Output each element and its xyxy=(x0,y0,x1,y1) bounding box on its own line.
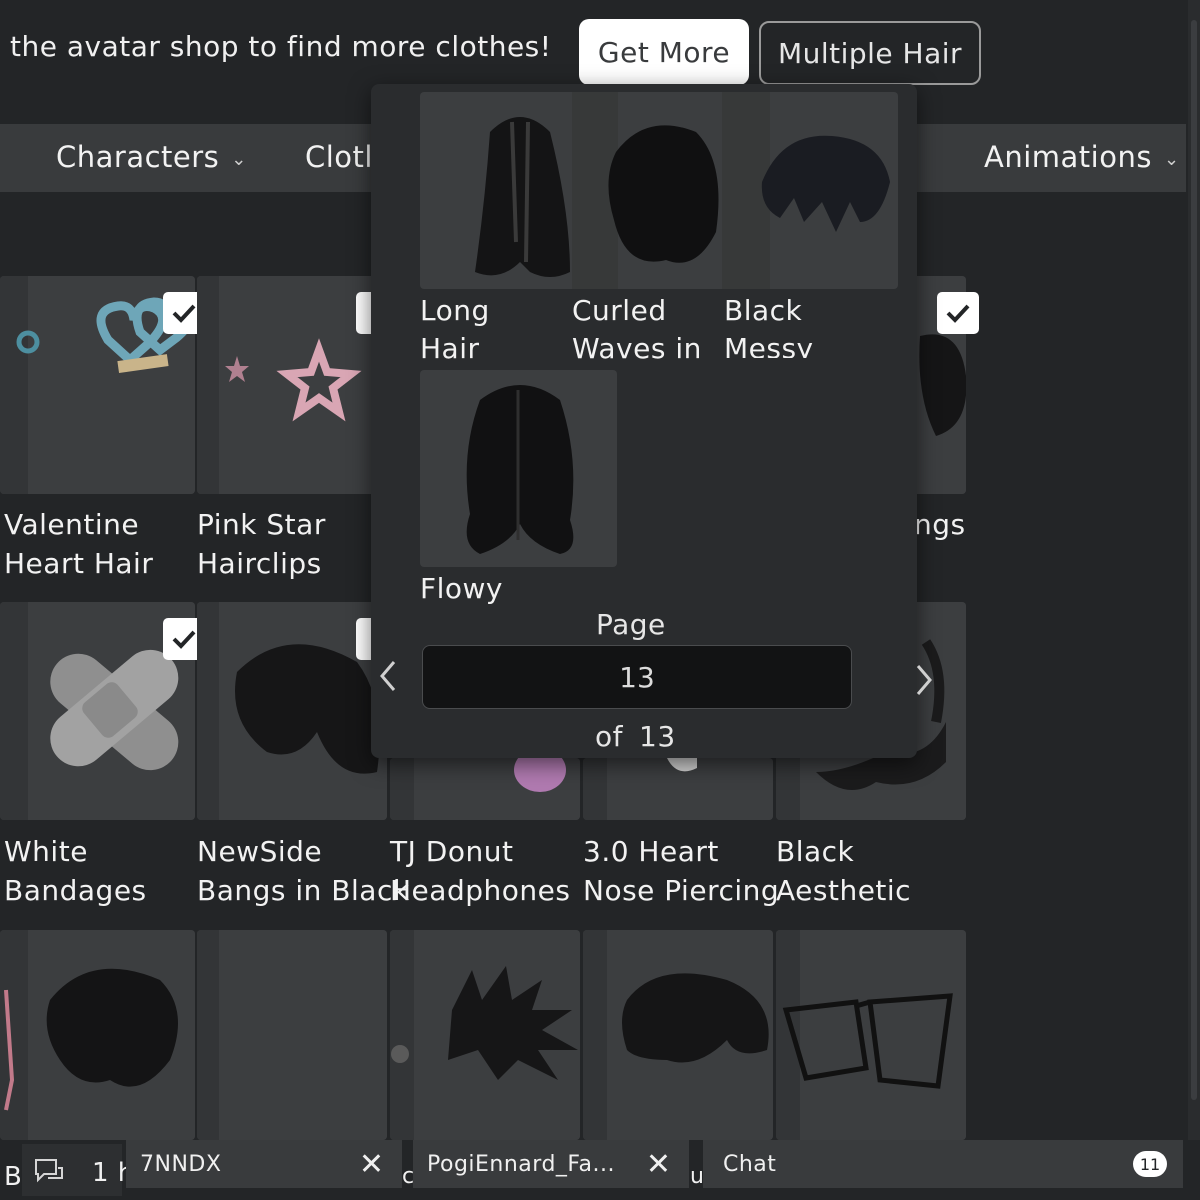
item-name: Pink Star Hairclips xyxy=(197,508,326,580)
hair-name: Black Messy xyxy=(724,292,864,358)
flowy-hair-icon xyxy=(466,385,574,554)
item-name: TJ Donut Headphones xyxy=(390,835,571,907)
page-number-input[interactable]: 13 xyxy=(422,645,852,709)
close-icon[interactable]: ✕ xyxy=(646,1147,671,1182)
get-more-button[interactable]: Get More xyxy=(579,19,749,85)
item-name: Black Aesthetic xyxy=(776,835,912,907)
chat-tab-name: PogiEnnard_Fa... xyxy=(427,1151,616,1177)
page-total: of 13 xyxy=(595,720,676,753)
prev-page-button[interactable] xyxy=(376,656,400,706)
category-characters[interactable]: Characters ⌄ xyxy=(56,140,247,174)
item-tile-row3-5[interactable] xyxy=(776,930,966,1140)
chat-toggle[interactable]: 1 h xyxy=(22,1144,134,1196)
partial-label: B xyxy=(4,1162,23,1192)
category-label: Clotl xyxy=(305,140,373,174)
item-tile-row3-1[interactable] xyxy=(0,930,195,1140)
item-name: 3.0 Heart Nose Piercing xyxy=(583,835,780,907)
item-tile-tj-donut-headphones[interactable] xyxy=(390,758,580,820)
hair-name-text: Flowy xyxy=(420,572,503,605)
donut-headphones-icon xyxy=(390,758,580,820)
chat-bubbles-icon xyxy=(35,1159,63,1183)
hair-name-text: Curled Waves in xyxy=(572,294,702,365)
chat-tab-name: 7NNDX xyxy=(140,1151,222,1177)
spiky-hair-icon xyxy=(390,930,580,1140)
item-name: Valentine Heart Hair xyxy=(4,508,154,580)
short-black-hair-icon xyxy=(0,930,195,1140)
hair-item-flowy[interactable] xyxy=(420,370,617,567)
close-icon[interactable]: ✕ xyxy=(359,1147,384,1182)
banner-text: the avatar shop to find more clothes! xyxy=(10,30,552,63)
page-label: Page xyxy=(596,608,666,641)
multiple-hair-button[interactable]: Multiple Hair xyxy=(759,21,981,85)
glasses-icon xyxy=(776,930,966,1140)
category-label: Animations xyxy=(984,140,1152,174)
hair-name: Long Hair xyxy=(420,292,560,368)
hair-name: Flowy xyxy=(420,570,610,610)
category-label: Characters xyxy=(56,140,220,174)
empty-item-icon xyxy=(197,930,387,1140)
chevron-right-icon xyxy=(916,665,932,695)
item-name: ngs xyxy=(914,508,966,541)
black-bowl-hair-icon xyxy=(583,930,773,1140)
hair-name: Curled Waves in xyxy=(572,292,712,368)
checkmark-icon xyxy=(172,304,196,323)
item-label: Black Aesthetic xyxy=(776,832,911,910)
equipped-checkbox[interactable] xyxy=(937,292,979,334)
of-label: of xyxy=(595,720,623,753)
unread-badge: 11 xyxy=(1133,1151,1167,1177)
chat-label: Chat xyxy=(723,1151,777,1177)
messy-hair-icon xyxy=(722,92,890,289)
item-name: White Bandages xyxy=(4,835,147,907)
nose-piercing-icon xyxy=(583,758,773,820)
item-label: ngs xyxy=(914,505,966,544)
chevron-down-icon: ⌄ xyxy=(1163,148,1180,170)
item-label: Pink Star Hairclips xyxy=(197,505,326,583)
item-tile-row3-4[interactable] xyxy=(583,930,773,1140)
category-clothing[interactable]: Clotl xyxy=(305,140,373,174)
chat-tab-pogiennard[interactable]: PogiEnnard_Fa... ✕ xyxy=(413,1140,689,1188)
chat-main-tab[interactable]: Chat 11 xyxy=(703,1140,1183,1188)
item-label: 3.0 Heart Nose Piercing xyxy=(583,832,779,910)
item-name: NewSide Bangs in Black xyxy=(197,835,410,907)
item-label: Valentine Heart Hair xyxy=(4,505,153,583)
total-pages: 13 xyxy=(639,720,676,753)
chevron-down-icon: ⌄ xyxy=(231,148,247,170)
hair-item-black-messy[interactable] xyxy=(722,92,898,289)
item-tile-row3-2[interactable] xyxy=(197,930,387,1140)
item-label: White Bandages xyxy=(4,832,147,910)
chevron-left-icon xyxy=(380,661,396,691)
next-page-button[interactable] xyxy=(912,660,936,710)
checkmark-icon xyxy=(946,304,970,323)
checkmark-icon xyxy=(172,630,196,649)
category-animations[interactable]: Animations ⌄ xyxy=(984,140,1180,174)
item-tile-heart-nose-piercing[interactable] xyxy=(583,758,773,820)
chat-tab-7nndx[interactable]: 7NNDX ✕ xyxy=(126,1140,402,1188)
scrollbar-thumb[interactable] xyxy=(1191,20,1197,1100)
hair-name-text: Long Hair xyxy=(420,294,490,365)
item-label: TJ Donut Headphones xyxy=(390,832,570,910)
hair-name-text: Black Messy xyxy=(724,294,814,358)
item-label: NewSide Bangs in Black xyxy=(197,832,410,910)
item-tile-row3-3[interactable] xyxy=(390,930,580,1140)
